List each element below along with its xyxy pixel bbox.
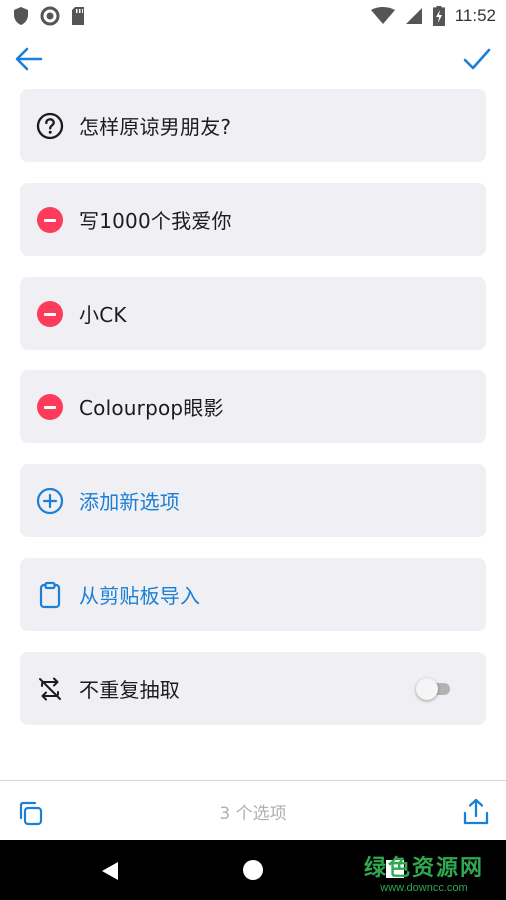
option-label[interactable]: 小CK: [79, 299, 127, 328]
minus-circle-icon: [37, 300, 63, 327]
clock: 11:52: [454, 6, 496, 25]
option-label[interactable]: 写1000个我爱你: [79, 205, 232, 234]
import-clipboard-button[interactable]: 从剪贴板导入: [20, 558, 486, 631]
clipboard-icon: [36, 581, 64, 609]
confirm-button[interactable]: [462, 46, 492, 72]
status-bar-left: [12, 6, 86, 26]
watermark-url: www.downcc.com: [380, 882, 468, 894]
remove-option-button[interactable]: [36, 300, 64, 328]
minus-circle-icon: [37, 206, 63, 233]
no-repeat-label: 不重复抽取: [79, 678, 180, 702]
nav-back-button[interactable]: [100, 860, 120, 886]
plus-circle-icon: [36, 487, 64, 515]
question-card[interactable]: 怎样原谅男朋友?: [20, 89, 486, 162]
status-bar: 11:52: [0, 0, 506, 32]
check-icon: [463, 48, 491, 70]
remove-option-button[interactable]: [36, 206, 64, 234]
battery-charging-icon: [432, 6, 445, 26]
shield-icon: [14, 7, 28, 25]
wifi-icon: [370, 7, 395, 24]
triangle-back-icon: [102, 862, 118, 880]
option-count: 3 个选项: [219, 804, 287, 824]
sd-card-icon: [72, 7, 84, 25]
toggle-knob: [416, 678, 438, 700]
option-label[interactable]: Colourpop眼影: [79, 392, 224, 421]
system-nav-bar: 绿色资源网 www.downcc.com: [0, 840, 506, 900]
share-icon: [463, 798, 489, 825]
option-item[interactable]: 写1000个我爱你: [20, 183, 486, 256]
add-option-label: 添加新选项: [79, 490, 180, 514]
watermark-title: 绿色资源网: [363, 856, 484, 881]
option-item[interactable]: 小CK: [20, 277, 486, 350]
import-clipboard-label: 从剪贴板导入: [79, 584, 201, 608]
question-text[interactable]: 怎样原谅男朋友?: [79, 111, 231, 140]
add-option-button[interactable]: 添加新选项: [20, 464, 486, 537]
remove-option-button[interactable]: [36, 393, 64, 421]
no-repeat-toggle[interactable]: [416, 678, 452, 700]
bottom-bar: 3 个选项: [0, 780, 506, 841]
minus-circle-icon: [37, 393, 63, 420]
status-bar-right: 11:52: [370, 6, 496, 26]
signal-icon: [405, 8, 422, 24]
arrow-left-icon: [15, 47, 43, 71]
repeat-off-icon: [36, 675, 64, 703]
option-item[interactable]: Colourpop眼影: [20, 370, 486, 443]
help-circle-icon: [36, 112, 64, 140]
watermark: 绿色资源网 www.downcc.com: [364, 850, 484, 894]
back-button[interactable]: [14, 46, 44, 72]
no-repeat-setting: 不重复抽取: [20, 652, 486, 725]
top-bar: [0, 36, 506, 82]
nav-home-button[interactable]: [243, 860, 263, 880]
circle-icon: [40, 6, 60, 26]
share-button[interactable]: [462, 797, 490, 827]
